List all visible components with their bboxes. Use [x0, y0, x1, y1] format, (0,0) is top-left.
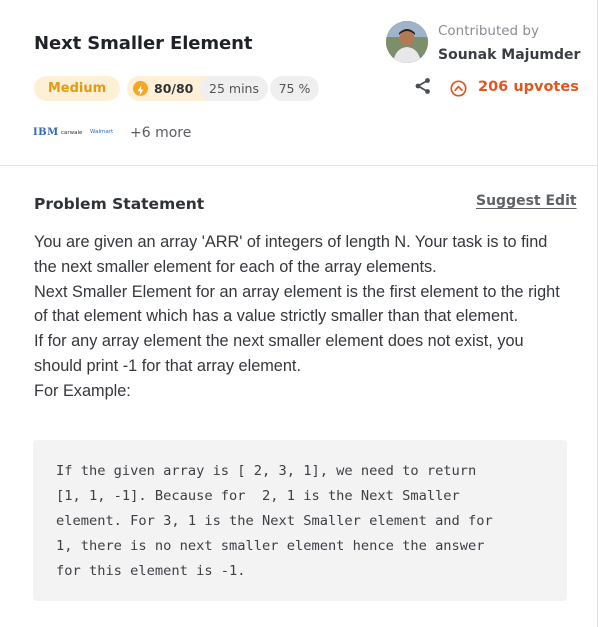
section-heading: Problem Statement	[34, 195, 205, 213]
ibm-logo: IBM	[33, 127, 59, 138]
contributor-label: Contributed by	[438, 23, 539, 39]
more-companies[interactable]: +6 more	[130, 125, 191, 141]
example-block: If the given array is [ 2, 3, 1], we nee…	[33, 440, 567, 601]
example-line: element. For 3, 1 is the Next Smaller el…	[56, 513, 493, 529]
description-paragraph: You are given an array 'ARR' of integers…	[34, 233, 548, 276]
share-icon[interactable]	[414, 77, 432, 95]
problem-card: Next Smaller Element Contributed by Soun…	[0, 0, 598, 627]
contributor-name[interactable]: Sounak Majumder	[438, 47, 580, 63]
problem-title: Next Smaller Element	[34, 33, 253, 54]
time-badge: 25 mins	[200, 76, 268, 101]
description-paragraph: If for any array element the next smalle…	[34, 332, 524, 375]
carwale-logo: carwale	[61, 130, 83, 136]
suggest-edit-link[interactable]: Suggest Edit	[476, 193, 577, 209]
example-line: for this element is -1.	[56, 563, 246, 579]
upvote-icon[interactable]	[450, 80, 467, 97]
score-value: 80/80	[154, 81, 194, 96]
example-line: 1, there is no next smaller element henc…	[56, 538, 485, 554]
avatar	[386, 21, 428, 63]
example-line: If the given array is [ 2, 3, 1], we nee…	[56, 463, 477, 479]
problem-description: You are given an array 'ARR' of integers…	[34, 230, 564, 404]
example-line: [1, 1, -1]. Because for 2, 1 is the Next…	[56, 488, 460, 504]
description-paragraph: Next Smaller Element for an array elemen…	[34, 282, 560, 326]
problem-header: Next Smaller Element Contributed by Soun…	[0, 0, 597, 166]
difficulty-badge: Medium	[34, 76, 120, 101]
contributor[interactable]: Contributed by Sounak Majumder	[386, 19, 586, 69]
success-rate-badge: 75 %	[270, 76, 319, 101]
lightning-icon	[133, 81, 148, 96]
walmart-logo: Walmart	[90, 129, 114, 135]
upvote-count[interactable]: 206 upvotes	[478, 79, 579, 95]
description-paragraph: For Example:	[34, 381, 131, 400]
